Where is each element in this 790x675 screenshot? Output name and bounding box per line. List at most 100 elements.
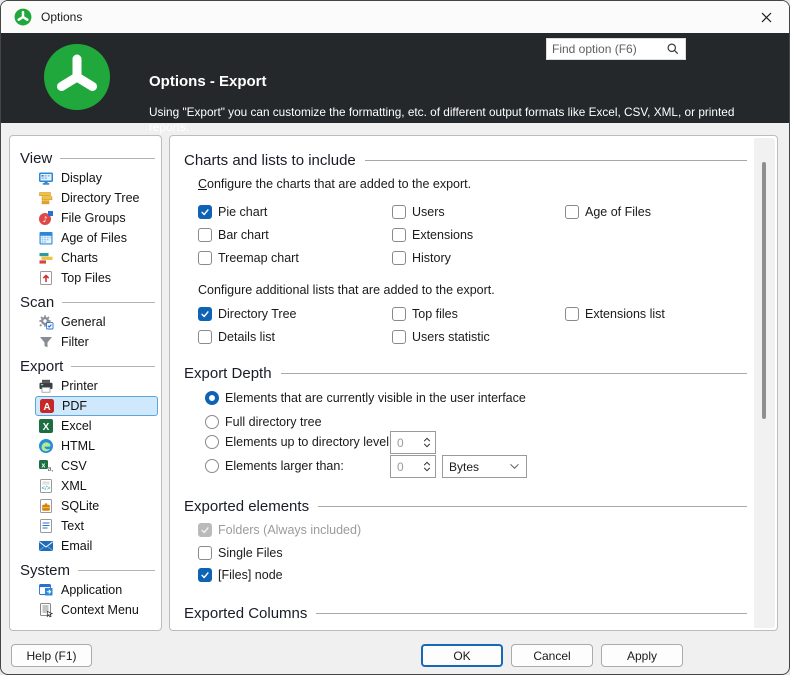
- find-option-box: [546, 38, 686, 60]
- sidebar-item-directory-tree[interactable]: Directory Tree: [10, 188, 158, 208]
- sidebar-item-filter[interactable]: Filter: [10, 332, 158, 352]
- sidebar-item-general[interactable]: General: [10, 312, 158, 332]
- full-directory-tree-radio[interactable]: Full directory tree: [205, 414, 322, 430]
- filter-icon: [38, 334, 54, 350]
- sidebar-item-sqlite[interactable]: SQLite: [10, 496, 158, 516]
- users-chart-checkbox[interactable]: Users: [392, 204, 445, 220]
- sidebar-item-top-files[interactable]: Top Files: [10, 268, 158, 288]
- files-node-checkbox[interactable]: [Files] node: [198, 567, 283, 583]
- sidebar-item-file-groups[interactable]: ♪ File Groups: [10, 208, 158, 228]
- bar-chart-checkbox[interactable]: Bar chart: [198, 227, 269, 243]
- directory-level-spinner[interactable]: 0: [390, 431, 436, 454]
- sidebar-section-export: Export: [20, 356, 155, 376]
- sidebar-item-charts[interactable]: Charts: [10, 248, 158, 268]
- directory-tree-icon: [38, 190, 54, 206]
- sidebar-item-xml[interactable]: </> XML: [10, 476, 158, 496]
- sidebar-section-view: View: [20, 148, 155, 168]
- sidebar-item-context-menu[interactable]: Context Menu: [10, 600, 158, 620]
- checkbox-icon: [392, 205, 406, 219]
- scrollbar-track[interactable]: [754, 138, 775, 628]
- checkbox-icon: [198, 251, 212, 265]
- context-menu-icon: [38, 602, 54, 618]
- sidebar-item-printer[interactable]: Printer: [10, 376, 158, 396]
- larger-than-radio[interactable]: Elements larger than:: [205, 458, 344, 474]
- checkbox-checked-icon: [198, 205, 212, 219]
- sidebar-item-pdf[interactable]: A PDF: [35, 396, 158, 416]
- single-files-checkbox[interactable]: Single Files: [198, 545, 283, 561]
- cancel-button[interactable]: Cancel: [511, 644, 593, 667]
- excel-icon: X: [38, 418, 54, 434]
- scrollbar-thumb[interactable]: [762, 162, 766, 419]
- users-statistic-checkbox[interactable]: Users statistic: [392, 329, 490, 345]
- lists-hint: Configure additional lists that are adde…: [198, 283, 495, 297]
- checkbox-icon: [392, 251, 406, 265]
- gear-icon: [38, 314, 54, 330]
- age-of-files-icon: [38, 230, 54, 246]
- apply-button[interactable]: Apply: [601, 644, 683, 667]
- checkbox-checked-disabled-icon: [198, 523, 212, 537]
- help-button[interactable]: Help (F1): [11, 644, 92, 667]
- checkbox-checked-icon: [198, 307, 212, 321]
- folders-checkbox-disabled: Folders (Always included): [198, 522, 361, 538]
- find-option-input[interactable]: [552, 42, 666, 56]
- history-chart-checkbox[interactable]: History: [392, 250, 451, 266]
- spinner-up-down-icons[interactable]: [421, 437, 435, 448]
- sidebar-item-text[interactable]: Text: [10, 516, 158, 536]
- sidebar-item-age-of-files[interactable]: Age of Files: [10, 228, 158, 248]
- printer-icon: [38, 378, 54, 394]
- options-content-panel: Charts and lists to include Configure th…: [169, 135, 778, 631]
- text-file-icon: [38, 518, 54, 534]
- radio-icon: [205, 435, 219, 449]
- chevron-down-icon: [509, 463, 520, 470]
- sidebar-section-scan: Scan: [20, 292, 155, 312]
- extensions-list-checkbox[interactable]: Extensions list: [565, 306, 665, 322]
- top-files-list-checkbox[interactable]: Top files: [392, 306, 458, 322]
- xml-icon: </>: [38, 478, 54, 494]
- close-button[interactable]: [743, 1, 789, 33]
- charts-hint: Configure the charts that are added to t…: [198, 177, 471, 191]
- pie-chart-checkbox[interactable]: Pie chart: [198, 204, 267, 220]
- svg-text:</>: </>: [42, 486, 51, 492]
- extensions-chart-checkbox[interactable]: Extensions: [392, 227, 473, 243]
- application-icon: [38, 582, 54, 598]
- title-bar: Options: [1, 1, 789, 33]
- csv-icon: xa,: [38, 458, 54, 474]
- section-export-depth: Export Depth: [184, 363, 747, 383]
- larger-than-spinner[interactable]: 0: [390, 455, 436, 478]
- age-of-files-chart-checkbox[interactable]: Age of Files: [565, 204, 651, 220]
- sidebar-item-html[interactable]: HTML: [10, 436, 158, 456]
- checkbox-icon: [198, 546, 212, 560]
- checkbox-icon: [392, 228, 406, 242]
- edge-browser-icon: [38, 438, 54, 454]
- sidebar-item-email[interactable]: Email: [10, 536, 158, 556]
- checkbox-icon: [198, 330, 212, 344]
- email-icon: [38, 538, 54, 554]
- sidebar-item-display[interactable]: Display: [10, 168, 158, 188]
- spinner-up-down-icons[interactable]: [421, 461, 435, 472]
- sidebar-item-excel[interactable]: X Excel: [10, 416, 158, 436]
- sqlite-icon: [38, 498, 54, 514]
- options-category-tree: View Display Directory Tree ♪ File Group…: [9, 135, 162, 631]
- page-description: Using "Export" you can customize the for…: [149, 105, 767, 135]
- svg-text:a,: a,: [48, 466, 54, 473]
- sidebar-item-csv[interactable]: xa, CSV: [10, 456, 158, 476]
- directory-level-radio[interactable]: Elements up to directory level:: [205, 434, 392, 450]
- sidebar-item-application[interactable]: Application: [10, 580, 158, 600]
- pdf-icon: A: [39, 398, 55, 414]
- directory-tree-list-checkbox[interactable]: Directory Tree: [198, 306, 297, 322]
- unit-dropdown[interactable]: Bytes: [442, 455, 527, 478]
- checkbox-icon: [565, 205, 579, 219]
- treesize-logo: [43, 43, 111, 111]
- visible-elements-radio[interactable]: Elements that are currently visible in t…: [205, 390, 526, 406]
- checkbox-icon: [392, 330, 406, 344]
- options-dialog: Options Options - Export Using "Export" …: [0, 0, 790, 675]
- dialog-header: Options - Export Using "Export" you can …: [1, 33, 789, 123]
- treemap-chart-checkbox[interactable]: Treemap chart: [198, 250, 299, 266]
- window-title: Options: [41, 10, 82, 24]
- checkbox-icon: [198, 228, 212, 242]
- ok-button[interactable]: OK: [421, 644, 503, 667]
- details-list-checkbox[interactable]: Details list: [198, 329, 275, 345]
- section-exported-elements: Exported elements: [184, 496, 747, 516]
- top-files-icon: [38, 270, 54, 286]
- close-icon: [761, 12, 772, 23]
